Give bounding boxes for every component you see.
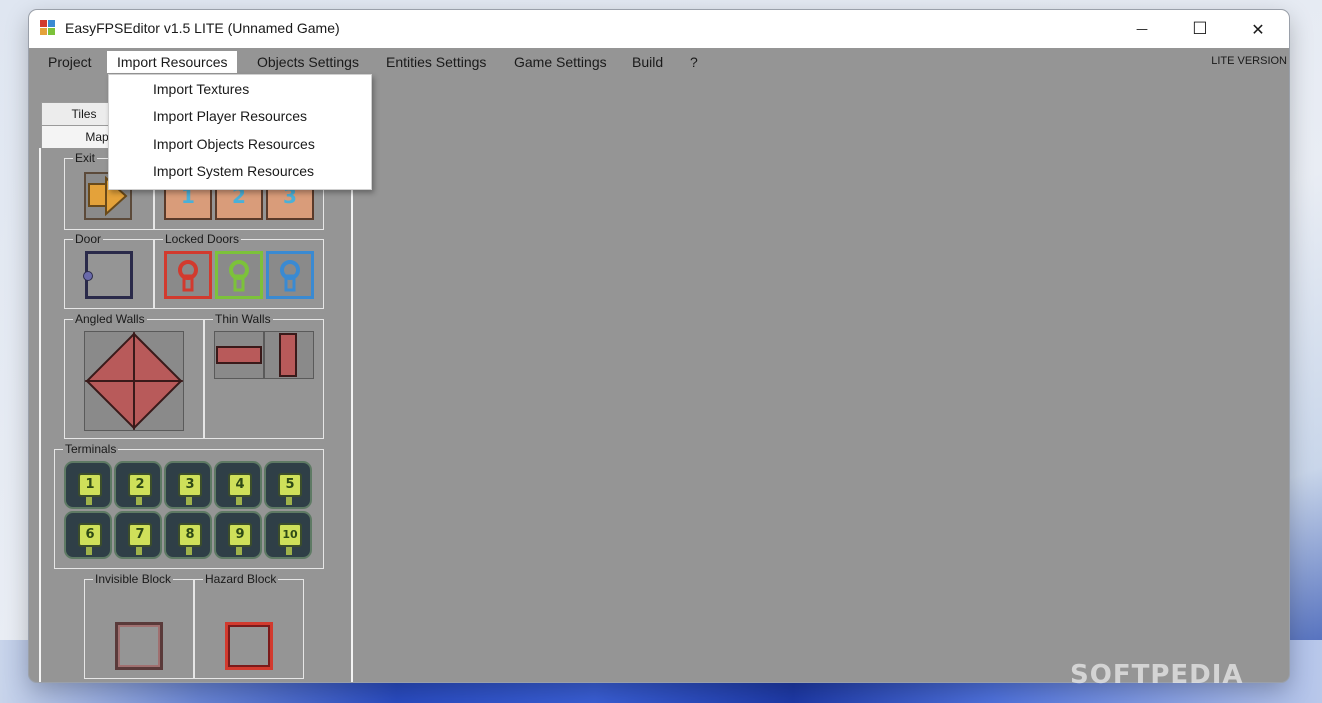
maximize-icon: ☐ bbox=[1192, 19, 1208, 39]
window-title: EasyFPSEditor v1.5 LITE (Unnamed Game) bbox=[65, 20, 340, 36]
hazard-block-tile[interactable] bbox=[225, 622, 273, 670]
locked-door-green[interactable] bbox=[215, 251, 263, 299]
thin-wall-horizontal[interactable] bbox=[214, 331, 264, 379]
softpedia-watermark: SOFTPEDIA bbox=[1070, 660, 1244, 690]
menu-bar: Project Import Resources Objects Setting… bbox=[29, 48, 1289, 74]
terminal-5-label: 5 bbox=[278, 473, 302, 497]
terminal-8[interactable]: 8 bbox=[164, 511, 212, 559]
terminal-10-label: 10 bbox=[278, 523, 302, 547]
terminal-7-label: 7 bbox=[128, 523, 152, 547]
menu-objects-settings[interactable]: Objects Settings bbox=[247, 51, 369, 73]
terminal-2[interactable]: 2 bbox=[114, 461, 162, 509]
terminal-stand-icon bbox=[186, 497, 192, 505]
terminal-stand-icon bbox=[286, 547, 292, 555]
thin-wall-horizontal-icon bbox=[216, 346, 262, 364]
locked-door-blue[interactable] bbox=[266, 251, 314, 299]
thin-wall-vertical[interactable] bbox=[264, 331, 314, 379]
lite-version-label: LITE VERSION bbox=[1211, 55, 1287, 67]
dropdown-gutter bbox=[109, 75, 139, 189]
group-exit-label: Exit bbox=[73, 151, 98, 165]
terminal-2-label: 2 bbox=[128, 473, 152, 497]
terminal-4[interactable]: 4 bbox=[214, 461, 262, 509]
menu-import-resources[interactable]: Import Resources bbox=[107, 51, 238, 73]
group-hazard-block-label: Hazard Block bbox=[203, 572, 279, 586]
menu-help[interactable]: ? bbox=[680, 51, 708, 73]
import-textures-item[interactable]: Import Textures bbox=[153, 76, 249, 103]
angled-walls-tile[interactable] bbox=[84, 331, 184, 431]
terminal-1[interactable]: 1 bbox=[64, 461, 112, 509]
terminal-6-label: 6 bbox=[78, 523, 102, 547]
menu-game-settings[interactable]: Game Settings bbox=[504, 51, 617, 73]
import-resources-dropdown: Import Textures Import Player Resources … bbox=[108, 74, 372, 190]
menu-project[interactable]: Project bbox=[38, 51, 102, 73]
import-player-resources-item[interactable]: Import Player Resources bbox=[153, 103, 307, 130]
angled-walls-icon bbox=[84, 331, 184, 431]
minimize-icon: — bbox=[1136, 22, 1148, 36]
group-locked-doors-label: Locked Doors bbox=[163, 232, 242, 246]
app-icon bbox=[40, 20, 56, 36]
terminal-1-label: 1 bbox=[78, 473, 102, 497]
terminal-10[interactable]: 10 bbox=[264, 511, 312, 559]
menu-build[interactable]: Build bbox=[622, 51, 673, 73]
thin-wall-vertical-icon bbox=[279, 333, 297, 377]
close-button[interactable]: ✕ bbox=[1229, 10, 1287, 48]
door-tile[interactable] bbox=[83, 251, 133, 299]
group-thin-walls-label: Thin Walls bbox=[213, 312, 273, 326]
terminal-4-label: 4 bbox=[228, 473, 252, 497]
terminal-9[interactable]: 9 bbox=[214, 511, 262, 559]
terminal-stand-icon bbox=[136, 547, 142, 555]
keyhole-blue-icon bbox=[280, 260, 300, 292]
terminal-stand-icon bbox=[86, 547, 92, 555]
import-objects-resources-item[interactable]: Import Objects Resources bbox=[153, 131, 315, 158]
terminal-3[interactable]: 3 bbox=[164, 461, 212, 509]
group-angled-walls-label: Angled Walls bbox=[73, 312, 147, 326]
group-door-label: Door bbox=[73, 232, 104, 246]
terminal-stand-icon bbox=[136, 497, 142, 505]
terminal-stand-icon bbox=[236, 547, 242, 555]
keyhole-red-icon bbox=[178, 260, 198, 292]
terminal-stand-icon bbox=[86, 497, 92, 505]
terminal-8-label: 8 bbox=[178, 523, 202, 547]
terminal-stand-icon bbox=[286, 497, 292, 505]
terminal-5[interactable]: 5 bbox=[264, 461, 312, 509]
minimize-button[interactable]: — bbox=[1113, 10, 1171, 48]
terminal-stand-icon bbox=[236, 497, 242, 505]
terminal-stand-icon bbox=[186, 547, 192, 555]
terminal-9-label: 9 bbox=[228, 523, 252, 547]
terminal-7[interactable]: 7 bbox=[114, 511, 162, 559]
group-terminals-label: Terminals bbox=[63, 442, 119, 456]
menu-entities-settings[interactable]: Entities Settings bbox=[376, 51, 496, 73]
terminal-3-label: 3 bbox=[178, 473, 202, 497]
door-knob-icon bbox=[83, 271, 93, 281]
import-system-resources-item[interactable]: Import System Resources bbox=[153, 158, 314, 185]
app-window: EasyFPSEditor v1.5 LITE (Unnamed Game) —… bbox=[29, 10, 1289, 682]
close-icon: ✕ bbox=[1251, 19, 1265, 39]
maximize-button[interactable]: ☐ bbox=[1171, 10, 1229, 48]
terminal-6[interactable]: 6 bbox=[64, 511, 112, 559]
keyhole-green-icon bbox=[229, 260, 249, 292]
invisible-block-tile[interactable] bbox=[115, 622, 163, 670]
title-bar: EasyFPSEditor v1.5 LITE (Unnamed Game) —… bbox=[29, 10, 1289, 48]
locked-door-red[interactable] bbox=[164, 251, 212, 299]
group-invisible-block-label: Invisible Block bbox=[93, 572, 174, 586]
